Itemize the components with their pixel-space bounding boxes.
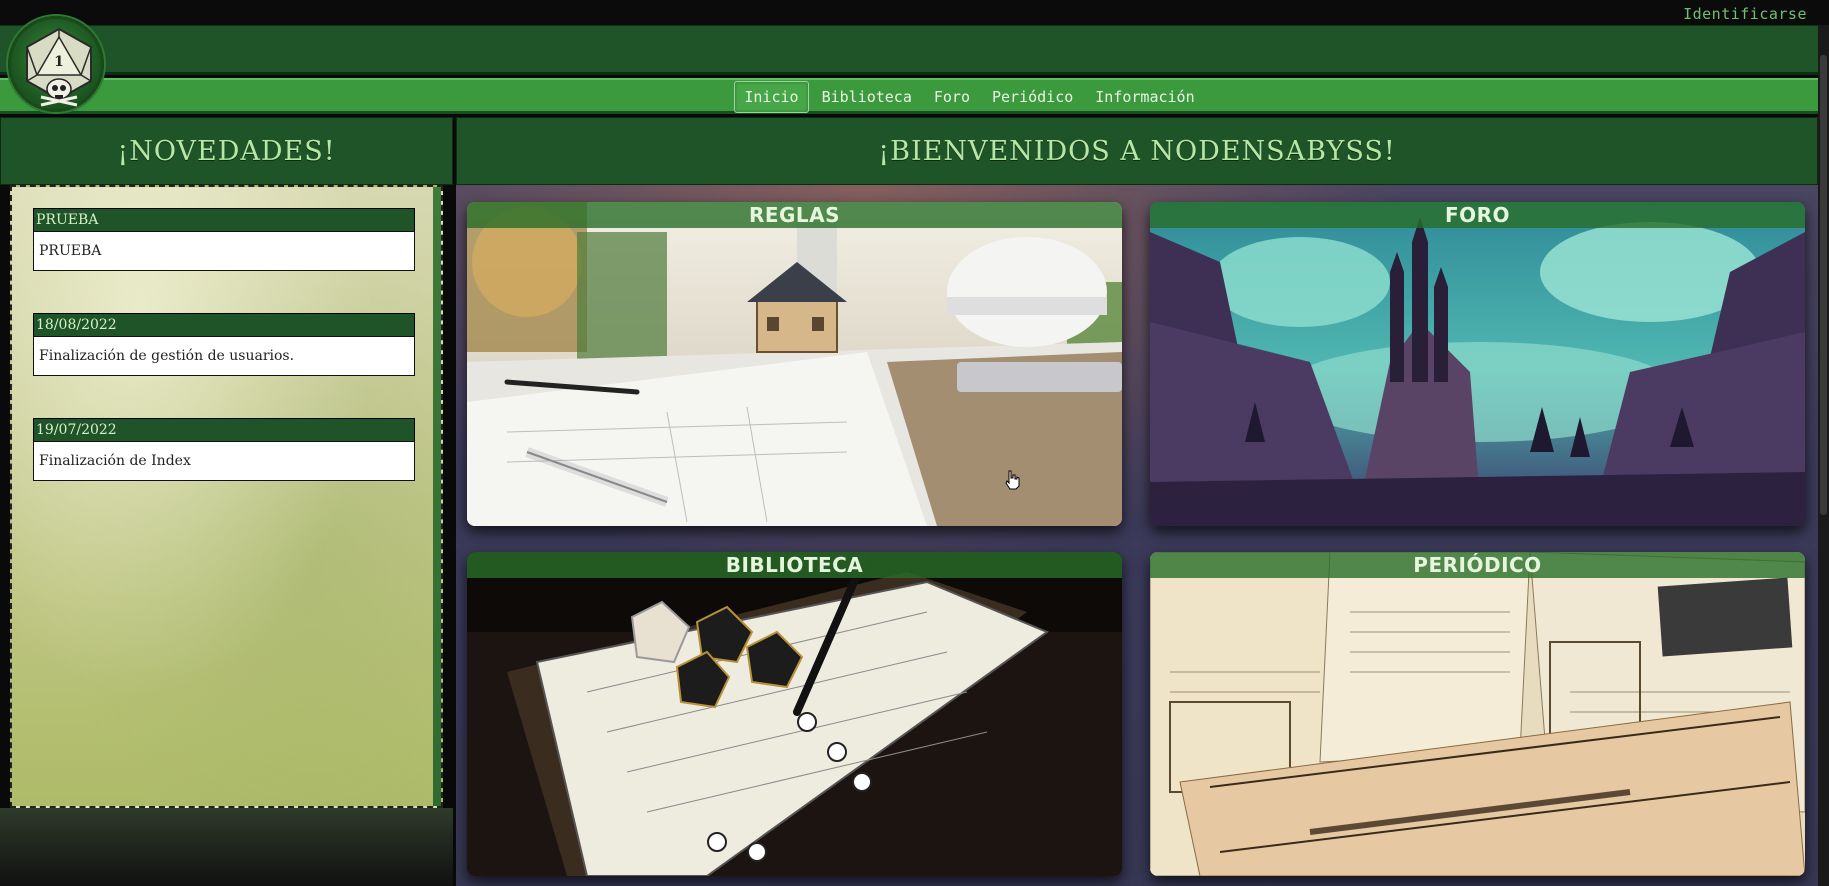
login-link[interactable]: Identificarse [1683,5,1807,23]
rules-image [467,202,1122,526]
card-title: BIBLIOTECA [467,552,1122,578]
top-bar: Identificarse [0,0,1829,25]
hand-cursor-icon [1005,470,1020,490]
card-periodico[interactable]: PERIÓDICO [1150,552,1805,876]
nav-item-biblioteca[interactable]: Biblioteca [813,82,921,112]
site-logo[interactable]: 1 [8,16,104,112]
news-text: PRUEBA [33,231,415,271]
nav-item-inicio[interactable]: Inicio [734,80,809,113]
news-date: 19/07/2022 [33,418,415,441]
svg-text:1: 1 [54,54,64,70]
news-item: 18/08/2022 Finalización de gestión de us… [33,313,415,376]
welcome-header: ¡BIENVENIDOS A NODENSABYSS! [456,117,1818,185]
forum-image [1150,202,1805,526]
card-reglas[interactable]: REGLAS [467,202,1122,526]
sidebar-footer [0,808,453,886]
card-foro[interactable]: FORO [1150,202,1805,526]
news-panel: PRUEBA PRUEBA 18/08/2022 Finalización de… [10,185,443,808]
card-title: REGLAS [467,202,1122,228]
page-scrollbar[interactable] [1818,25,1829,886]
nav-item-periodico[interactable]: Periódico [983,82,1082,112]
nav-bar: Inicio Biblioteca Foro Periódico Informa… [0,78,1818,114]
d20-skull-icon: 1 [26,27,92,107]
scrollbar-thumb[interactable] [1820,55,1827,515]
news-text: Finalización de gestión de usuarios. [33,336,415,376]
news-item: 19/07/2022 Finalización de Index [33,418,415,481]
main-nav: Inicio Biblioteca Foro Periódico Informa… [0,80,1818,113]
library-image [467,552,1122,876]
nav-item-informacion[interactable]: Información [1086,82,1203,112]
card-title: PERIÓDICO [1150,552,1805,578]
news-date: PRUEBA [33,208,415,231]
nav-item-foro[interactable]: Foro [925,82,979,112]
news-title: ¡NOVEDADES! [117,135,336,167]
news-item: PRUEBA PRUEBA [33,208,415,271]
newspaper-image [1150,552,1805,876]
welcome-title: ¡BIENVENIDOS A NODENSABYSS! [878,135,1396,167]
card-biblioteca[interactable]: BIBLIOTECA [467,552,1122,876]
news-date: 18/08/2022 [33,313,415,336]
news-text: Finalización de Index [33,441,415,481]
main-content: REGLAS FORO BIBLIOTECA PERIÓDICO [456,185,1818,886]
card-title: FORO [1150,202,1805,228]
news-header: ¡NOVEDADES! [0,117,453,185]
header-band [0,25,1818,75]
